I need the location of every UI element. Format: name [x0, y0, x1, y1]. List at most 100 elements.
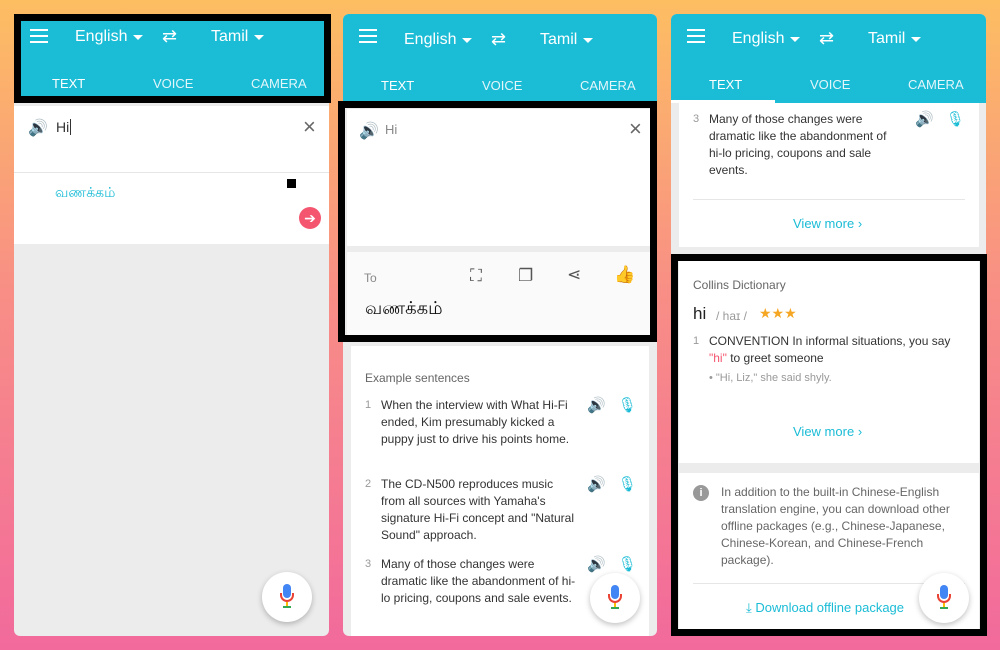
menu-icon[interactable] [359, 29, 377, 43]
view-more-label: View more [793, 424, 855, 439]
example-text: Many of those changes were dramatic like… [709, 112, 887, 177]
info-text: In addition to the built-in Chinese-Engl… [721, 485, 950, 567]
examples-card: 3 Many of those changes were dramatic li… [679, 103, 979, 247]
input-text[interactable]: Hi [385, 122, 397, 137]
translation-result[interactable]: வணக்கம் [365, 298, 443, 321]
view-more-link[interactable]: View more › [793, 216, 862, 231]
source-language-selector[interactable]: English [732, 30, 801, 48]
examples-title: Example sentences [365, 371, 470, 385]
chevron-down-icon [790, 36, 801, 42]
input-card: 🔊 Hi × வணக்கம் ➔ [14, 106, 329, 244]
thumbs-up-icon[interactable]: 👍 [614, 265, 635, 285]
tab-voice[interactable]: VOICE [810, 77, 850, 92]
close-icon[interactable]: × [629, 116, 642, 142]
tab-text[interactable]: TEXT [52, 76, 85, 91]
tab-voice[interactable]: VOICE [482, 78, 522, 93]
translation-result[interactable]: வணக்கம் [55, 184, 115, 203]
speaker-icon[interactable]: 🔊 [587, 397, 606, 414]
view-more-label: View more [793, 216, 855, 231]
output-card: To ⛶ ❐ ⋖ 👍 வணக்கம் [347, 252, 650, 336]
menu-icon[interactable] [687, 29, 705, 43]
example-actions: 🔊 🎙 [915, 111, 965, 128]
speaker-icon[interactable]: 🔊 [587, 476, 606, 493]
menu-icon[interactable] [30, 29, 48, 43]
microphone-icon [937, 585, 951, 611]
to-label: To [364, 271, 377, 285]
example-text: Many of those changes were dramatic like… [381, 557, 576, 605]
source-language-label: English [732, 30, 785, 47]
dictionary-title: Collins Dictionary [693, 278, 786, 292]
voice-input-button[interactable] [919, 573, 969, 623]
target-language-selector[interactable]: Tamil [211, 28, 265, 46]
tab-text[interactable]: TEXT [709, 77, 742, 92]
app-bar: English ⇄ Tamil TEXT VOICE CAMERA [671, 14, 986, 103]
app-bar: English ⇄ Tamil TEXT VOICE CAMERA [14, 14, 329, 103]
copy-icon[interactable]: ❐ [518, 266, 533, 286]
source-language-label: English [75, 28, 128, 45]
item-number: 1 [365, 399, 372, 411]
phone-screen-3: English ⇄ Tamil TEXT VOICE CAMERA 3 Many… [671, 14, 986, 636]
download-label: Download offline package [755, 600, 905, 615]
phone-screen-1: English ⇄ Tamil TEXT VOICE CAMERA 🔊 Hi ×… [14, 14, 329, 636]
definition-suffix: to greet someone [726, 351, 824, 365]
speaker-icon[interactable]: 🔊 [28, 118, 48, 138]
tab-camera[interactable]: CAMERA [580, 78, 636, 93]
dictionary-card: Collins Dictionary hi / haɪ / ★★★ 1 CONV… [679, 261, 979, 463]
chevron-down-icon [462, 37, 473, 43]
source-language-selector[interactable]: English [404, 31, 473, 49]
voice-input-button[interactable] [262, 572, 312, 622]
divider [14, 172, 329, 173]
view-more-link[interactable]: View more › [793, 424, 862, 439]
tab-voice[interactable]: VOICE [153, 76, 193, 91]
item-number: 3 [693, 113, 700, 125]
tab-camera[interactable]: CAMERA [908, 77, 964, 92]
swap-languages-icon[interactable]: ⇄ [819, 28, 834, 49]
example-actions: 🔊 🎙 [587, 476, 637, 493]
marker-square [287, 179, 296, 188]
chevron-down-icon [583, 37, 594, 43]
download-icon: ⤓ [746, 600, 752, 615]
close-icon[interactable]: × [303, 114, 316, 140]
pronunciation: / haɪ / [716, 309, 747, 323]
divider [693, 199, 965, 200]
voice-practice-icon[interactable]: 🎙 [946, 111, 965, 128]
info-icon: i [693, 485, 709, 501]
source-language-label: English [404, 31, 457, 48]
voice-practice-icon[interactable]: 🎙 [618, 556, 637, 573]
microphone-icon [608, 585, 622, 611]
phone-screen-2: English ⇄ Tamil TEXT VOICE CAMERA 🔊 Hi ×… [343, 14, 657, 636]
input-text[interactable]: Hi [56, 119, 69, 135]
example-actions: 🔊 🎙 [587, 556, 637, 573]
arrow-right-icon[interactable]: ➔ [299, 207, 321, 229]
example-actions: 🔊 🎙 [587, 397, 637, 414]
tab-camera[interactable]: CAMERA [251, 76, 307, 91]
swap-languages-icon[interactable]: ⇄ [162, 26, 177, 47]
target-language-selector[interactable]: Tamil [868, 30, 922, 48]
speaker-icon[interactable]: 🔊 [359, 121, 379, 141]
item-number: 2 [365, 478, 372, 490]
target-language-label: Tamil [540, 31, 578, 48]
target-language-label: Tamil [868, 30, 906, 47]
example-text: The CD-N500 reproduces music from all so… [381, 477, 575, 542]
microphone-icon [280, 584, 294, 610]
example-text: When the interview with What Hi-Fi ended… [381, 398, 570, 446]
chevron-right-icon: › [857, 216, 863, 231]
voice-practice-icon[interactable]: 🎙 [618, 476, 637, 493]
target-language-selector[interactable]: Tamil [540, 31, 594, 49]
download-offline-package-button[interactable]: ⤓ Download offline package [746, 600, 904, 616]
chevron-down-icon [254, 34, 265, 40]
usage-example: • "Hi, Liz," she said shyly. [709, 372, 832, 384]
frequency-stars: ★★★ [759, 305, 797, 321]
voice-input-button[interactable] [590, 573, 640, 623]
voice-practice-icon[interactable]: 🎙 [618, 397, 637, 414]
speaker-icon[interactable]: 🔊 [915, 111, 934, 128]
definition-prefix: CONVENTION In informal situations, you s… [709, 334, 951, 348]
source-language-selector[interactable]: English [75, 28, 144, 46]
swap-languages-icon[interactable]: ⇄ [491, 29, 506, 50]
item-number: 3 [365, 558, 372, 570]
definition-text: CONVENTION In informal situations, you s… [709, 333, 971, 367]
tab-text[interactable]: TEXT [381, 78, 414, 93]
share-icon[interactable]: ⋖ [567, 265, 581, 285]
speaker-icon[interactable]: 🔊 [587, 556, 606, 573]
fullscreen-icon[interactable]: ⛶ [470, 266, 482, 286]
